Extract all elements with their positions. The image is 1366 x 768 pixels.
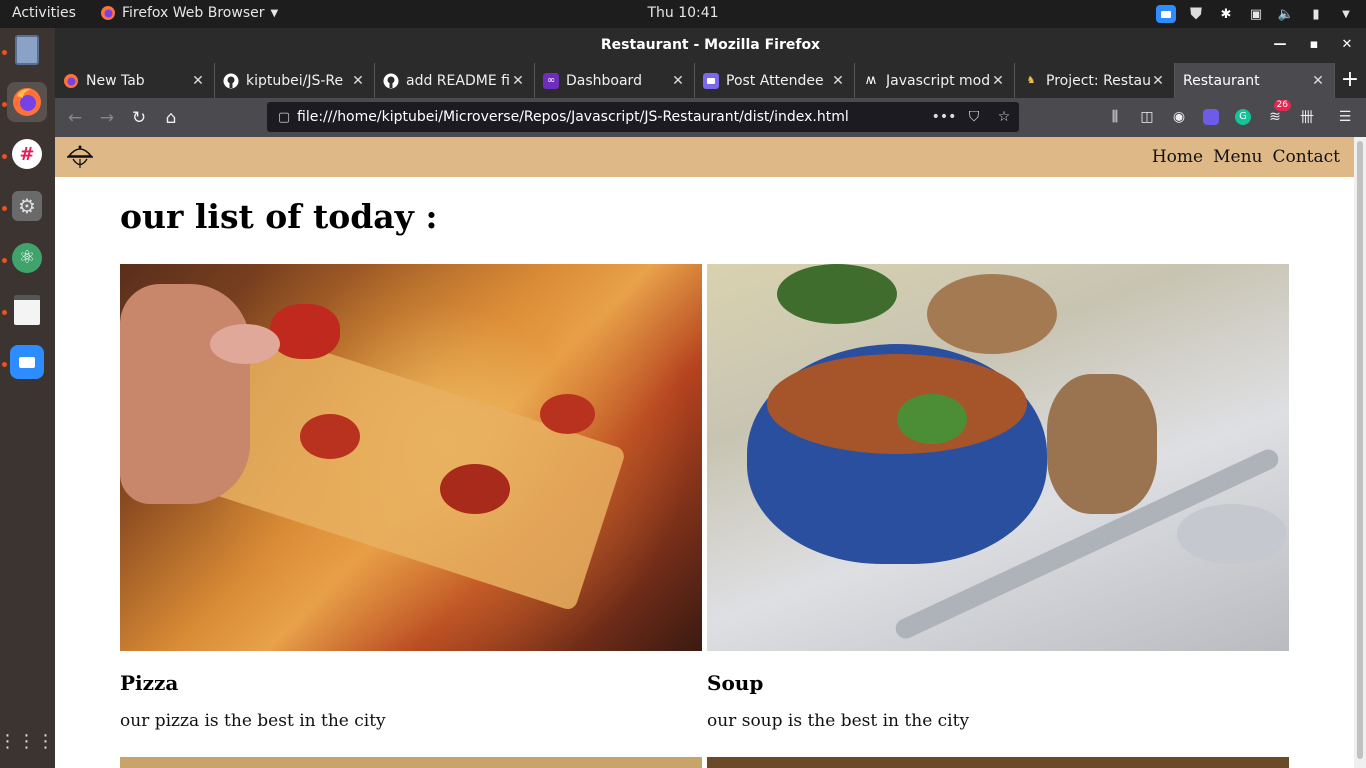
sidebar-icon[interactable]: ◫ [1133,103,1161,131]
next-item-image [120,757,702,768]
home-icon[interactable]: ⌂ [155,102,187,134]
slack-tray-icon[interactable]: ✱ [1216,4,1236,24]
menu-card-pizza: Pizza our pizza is the best in the city [120,264,702,731]
notification-badge: 26 [1273,100,1291,111]
new-tab-button[interactable]: + [1335,63,1365,98]
tab-new-tab[interactable]: New Tab ✕ [55,63,215,98]
zoom-extension-icon[interactable] [1197,103,1225,131]
tab-label: add README fi [406,72,510,89]
close-tab-icon[interactable]: ✕ [190,73,206,89]
zoom-icon [703,72,719,89]
tab-label: Javascript mod [886,72,990,89]
nav-link-menu[interactable]: Menu [1213,147,1262,167]
account-icon[interactable]: ◉ [1165,103,1193,131]
firefox-dock-icon[interactable] [7,82,47,122]
page-icon: ▢ [277,109,291,125]
github-icon [383,73,399,89]
back-arrow-icon[interactable]: ← [59,102,91,134]
firefox-icon [63,73,79,89]
scrollbar-thumb[interactable] [1357,141,1363,759]
github-icon [223,73,239,89]
tab-restaurant[interactable]: Restaurant ✕ [1175,63,1335,98]
site-nav-links: Home Menu Contact [1152,147,1344,167]
toolbar-right: ⫼ ◫ ◉ G ≋ 26 卌 ☰ [1101,100,1359,131]
close-tab-icon[interactable]: ✕ [670,73,686,89]
shield-icon[interactable]: ⛊ [1186,4,1206,24]
url-text[interactable]: file:///home/kiptubei/Microverse/Repos/J… [297,109,929,125]
tab-label: New Tab [86,72,145,89]
pizza-image [120,264,702,651]
tab-github-repo[interactable]: kiptubei/JS-Re ✕ [215,63,375,98]
tab-label: Post Attendee [726,72,824,89]
maximize-icon[interactable]: ▪ [1302,34,1326,56]
dashboard-icon: ∞ [543,72,559,89]
title-bar: Restaurant - Mozilla Firefox — ▪ ✕ [55,28,1366,63]
ubuntu-dock: # ⚙ ⚛ ⋮⋮⋮ [0,28,55,768]
close-tab-icon[interactable]: ✕ [1310,73,1326,89]
extension-icon[interactable]: 卌 [1293,103,1321,131]
chevron-down-icon[interactable]: ▼ [1336,4,1356,24]
tab-project-restaurant[interactable]: ♞ Project: Restau ✕ [1015,63,1175,98]
tab-strip: New Tab ✕ kiptubei/JS-Re ✕ add README fi… [55,63,1366,98]
close-tab-icon[interactable]: ✕ [350,73,366,89]
close-tab-icon[interactable]: ✕ [990,73,1006,89]
project-icon: ♞ [1026,75,1036,86]
tab-dashboard[interactable]: ∞ Dashboard ✕ [535,63,695,98]
url-bar[interactable]: ▢ file:///home/kiptubei/Microverse/Repos… [267,102,1019,132]
library-icon[interactable]: ⫼ [1101,103,1129,131]
zoom-tray-icon[interactable] [1156,4,1176,24]
microverse-icon: ʍ [865,73,877,88]
settings-icon[interactable]: ⚙ [7,186,47,226]
soup-image [707,264,1289,651]
screen-icon[interactable]: ▣ [1246,4,1266,24]
reload-icon[interactable]: ↻ [123,102,155,134]
volume-icon[interactable]: 🔈 [1276,4,1296,24]
atom-icon[interactable]: ⚛ [7,238,47,278]
close-icon[interactable]: ✕ [1335,34,1359,56]
gnome-top-bar: Activities Firefox Web Browser ▼ Thu 10:… [0,0,1366,28]
page-title: our list of today : [120,197,438,236]
tab-label: Project: Restau [1046,72,1150,89]
page-scrollbar[interactable] [1354,137,1366,768]
menu-item-description: our soup is the best in the city [707,711,970,731]
pocket-icon[interactable]: ⛉ [959,109,989,125]
show-apps-icon[interactable]: ⋮⋮⋮ [0,722,55,762]
site-navbar: Home Menu Contact [55,137,1354,177]
window-title: Restaurant - Mozilla Firefox [600,37,821,53]
navigation-bar: ← → ↻ ⌂ ▢ file:///home/kiptubei/Microver… [55,98,1366,137]
forward-arrow-icon[interactable]: → [91,102,123,134]
slack-icon[interactable]: # [7,134,47,174]
tab-javascript-module[interactable]: ʍ Javascript mod ✕ [855,63,1015,98]
tab-label: Dashboard [566,72,642,89]
menu-item-name: Soup [707,671,764,695]
system-tray: ⛊ ✱ ▣ 🔈 ▮ ▼ [1156,3,1356,25]
page-actions-icon[interactable]: ••• [929,109,959,125]
bookmark-star-icon[interactable]: ☆ [989,109,1019,125]
close-tab-icon[interactable]: ✕ [830,73,846,89]
tab-label: Restaurant [1183,72,1260,89]
rss-icon[interactable]: ≋ 26 [1261,100,1291,131]
nav-link-home[interactable]: Home [1152,147,1203,167]
grammarly-icon[interactable]: G [1229,103,1257,131]
cloche-logo-icon[interactable] [65,140,95,174]
tab-github-readme[interactable]: add README fi ✕ [375,63,535,98]
close-tab-icon[interactable]: ✕ [1150,73,1166,89]
next-item-image [707,757,1289,768]
close-tab-icon[interactable]: ✕ [510,73,526,89]
nav-link-contact[interactable]: Contact [1272,147,1340,167]
menu-item-name: Pizza [120,671,179,695]
files-icon[interactable] [7,30,47,70]
tab-post-attendee[interactable]: Post Attendee ✕ [695,63,855,98]
battery-icon[interactable]: ▮ [1306,4,1326,24]
firefox-window: Restaurant - Mozilla Firefox — ▪ ✕ New T… [55,28,1366,768]
menu-card-soup: Soup our soup is the best in the city [707,264,1289,731]
zoom-icon[interactable] [7,342,47,382]
text-editor-icon[interactable] [7,290,47,330]
minimize-icon[interactable]: — [1268,34,1292,56]
tab-label: kiptubei/JS-Re [246,72,344,89]
hamburger-menu-icon[interactable]: ☰ [1331,103,1359,131]
menu-item-description: our pizza is the best in the city [120,711,386,731]
page-viewport: Home Menu Contact our list of today : Pi… [55,137,1354,768]
